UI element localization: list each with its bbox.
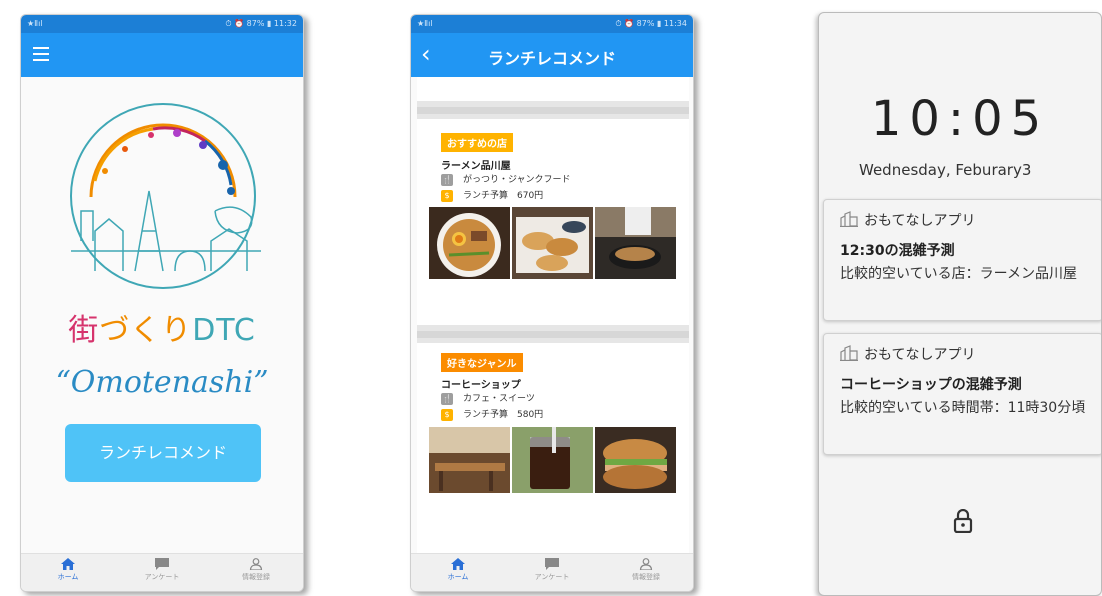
- genre-badge: 好きなジャンル: [441, 353, 523, 372]
- notification-title: コーヒーショップの混雑予測: [840, 377, 1022, 393]
- chat-icon: [545, 558, 559, 570]
- nav-register-label: 情報登録: [632, 573, 660, 581]
- person-icon: [639, 558, 653, 570]
- nav-home-label: ホーム: [57, 573, 79, 581]
- bottom-nav: ホーム アンケート 情報登録: [21, 553, 303, 591]
- nav-survey[interactable]: アンケート: [505, 554, 599, 591]
- recommend-badge: おすすめの店: [441, 133, 513, 152]
- hamburger-menu-icon[interactable]: [33, 47, 49, 61]
- town-logo-illustration: [70, 103, 261, 289]
- phone-lock-screen: 10:05 Wednesday, Feburary3 おもてなしアプリ 12:3…: [818, 12, 1102, 596]
- budget-row: $ ランチ予算 580円: [441, 408, 543, 422]
- divider: [417, 331, 689, 338]
- status-info: ⏱ ⏰ 87% ▮ 11:34: [615, 19, 687, 28]
- genre-row: 🍴 がっつり・ジャンクフード: [441, 173, 571, 187]
- lock-icon[interactable]: [953, 509, 973, 533]
- recommendation-feed[interactable]: おすすめの店 ラーメン品川屋 🍴 がっつり・ジャンクフード $ ランチ予算 670円…: [417, 77, 689, 574]
- nav-survey-label: アンケート: [534, 573, 570, 581]
- nav-register[interactable]: 情報登録: [209, 554, 303, 591]
- lunch-recommend-button[interactable]: ランチレコメンド: [65, 424, 261, 482]
- iced-coffee-photo: [512, 427, 593, 493]
- status-info: ⏱ ⏰ 87% ▮ 11:32: [225, 19, 297, 28]
- building-icon: [840, 345, 858, 362]
- budget-row: $ ランチ予算 670円: [441, 189, 543, 203]
- phone-home-screen: ★Ⅱıl ⏱ ⏰ 87% ▮ 11:32 街づくりDTC “Omotenashi…: [20, 14, 304, 592]
- app-bar: [21, 33, 303, 77]
- notification-card[interactable]: おもてなしアプリ コーヒーショップの混雑予測 比較的空いている時間帯：11時30…: [823, 333, 1101, 455]
- genre-text: がっつり・ジャンクフード: [463, 175, 571, 185]
- brand-title: 街づくりDTC: [21, 305, 303, 349]
- notification-app-name: おもてなしアプリ: [840, 344, 975, 364]
- yen-icon: $: [441, 189, 453, 202]
- divider: [417, 107, 689, 114]
- notification-app-label: おもてなしアプリ: [864, 347, 976, 363]
- ramen-photo: [429, 207, 510, 279]
- signal-indicator: ★Ⅱıl: [27, 19, 43, 28]
- nav-register[interactable]: 情報登録: [599, 554, 693, 591]
- status-bar: ★Ⅱıl ⏱ ⏰ 87% ▮ 11:32: [21, 15, 303, 33]
- chat-icon: [155, 558, 169, 570]
- genre-text: カフェ・スイーツ: [463, 394, 535, 404]
- home-icon: [61, 558, 75, 570]
- nav-home[interactable]: ホーム: [411, 554, 505, 591]
- gyoza-photo: [512, 207, 593, 279]
- budget-text: ランチ予算 580円: [463, 410, 544, 420]
- shop-name: ラーメン品川屋: [441, 161, 511, 172]
- fork-knife-icon: 🍴: [441, 173, 453, 186]
- page-title: ランチレコメンド: [487, 49, 616, 68]
- brand-part-3: DTC: [192, 313, 256, 348]
- notification-body: 比較的空いている時間帯：11時30分頃: [840, 400, 1086, 416]
- app-bar: ‹ ランチレコメンド: [411, 33, 693, 77]
- recommend-card[interactable]: おすすめの店 ラーメン品川屋 🍴 がっつり・ジャンクフード $ ランチ予算 670円: [417, 119, 689, 325]
- tagline: “Omotenashi”: [55, 365, 269, 400]
- signal-indicator: ★Ⅱıl: [417, 19, 433, 28]
- person-icon: [249, 558, 263, 570]
- nav-survey[interactable]: アンケート: [115, 554, 209, 591]
- lock-clock: 10:05: [870, 91, 1050, 147]
- cafe-interior-photo: [429, 427, 510, 493]
- status-bar: ★Ⅱıl ⏱ ⏰ 87% ▮ 11:34: [411, 15, 693, 33]
- building-icon: [840, 211, 858, 228]
- notification-title: 12:30の混雑予測: [840, 243, 955, 259]
- nav-home[interactable]: ホーム: [21, 554, 115, 591]
- notification-body: 比較的空いている店：ラーメン品川屋: [840, 266, 1078, 282]
- home-icon: [451, 558, 465, 570]
- budget-text: ランチ予算 670円: [463, 191, 544, 201]
- bottom-nav: ホーム アンケート 情報登録: [411, 553, 693, 591]
- notification-app-label: おもてなしアプリ: [864, 213, 976, 229]
- lock-date: Wednesday, Feburary3: [859, 161, 1032, 179]
- brand-part-2: づくり: [99, 313, 193, 348]
- top-spacer-card: [417, 77, 689, 101]
- nav-home-label: ホーム: [447, 573, 469, 581]
- shop-name: コーヒーショップ: [441, 380, 521, 391]
- yen-icon: $: [441, 408, 453, 421]
- fork-knife-icon: 🍴: [441, 392, 453, 405]
- nav-survey-label: アンケート: [144, 573, 180, 581]
- chef-cooking-photo: [595, 207, 676, 279]
- notification-card[interactable]: おもてなしアプリ 12:30の混雑予測 比較的空いている店：ラーメン品川屋: [823, 199, 1101, 321]
- phone-recommend-screen: ★Ⅱıl ⏱ ⏰ 87% ▮ 11:34 ‹ ランチレコメンド おすすめの店 ラ…: [410, 14, 694, 592]
- bagel-sandwich-photo: [595, 427, 676, 493]
- notification-app-name: おもてなしアプリ: [840, 210, 975, 230]
- nav-register-label: 情報登録: [242, 573, 270, 581]
- recommend-card[interactable]: 好きなジャンル コーヒーショップ 🍴 カフェ・スイーツ $ ランチ予算 580円: [417, 343, 689, 563]
- genre-row: 🍴 カフェ・スイーツ: [441, 392, 535, 406]
- brand-part-1: 街: [68, 313, 100, 348]
